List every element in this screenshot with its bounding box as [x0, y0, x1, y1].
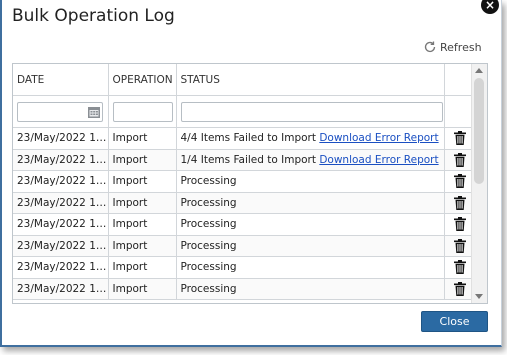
column-header-date[interactable]: DATE	[13, 64, 109, 96]
scroll-up-arrow-icon[interactable]	[475, 68, 483, 73]
status-cell: 4/4 Items Failed to Import Download Erro…	[176, 127, 445, 150]
table-row: 23/May/2022 10:... Import Processing	[13, 278, 472, 300]
operation-cell: Import	[108, 192, 177, 214]
actions-cell	[444, 170, 472, 193]
date-cell: 23/May/2022 10:...	[13, 256, 109, 279]
status-text: Processing	[180, 218, 237, 231]
status-text: Processing	[180, 175, 237, 188]
actions-cell	[444, 192, 472, 214]
actions-cell	[444, 127, 472, 150]
table-row: 23/May/2022 10:... Import 1/4 Items Failed…	[13, 149, 472, 171]
status-cell: Processing	[176, 192, 445, 214]
trash-icon[interactable]	[453, 217, 466, 232]
operation-cell: Import	[108, 213, 177, 236]
actions-cell	[444, 213, 472, 236]
status-cell: Processing	[176, 256, 445, 279]
date-cell: 23/May/2022 10:...	[13, 192, 109, 214]
date-cell: 23/May/2022 10:...	[13, 235, 109, 257]
log-grid: DATE OPERATION STATUS 23/May/2022 10:...…	[12, 63, 488, 304]
table-row: 23/May/2022 10:... Import Processing	[13, 192, 472, 214]
refresh-icon	[424, 41, 436, 53]
operation-cell: Import	[108, 256, 177, 279]
actions-cell	[444, 278, 472, 300]
actions-cell	[444, 149, 472, 171]
refresh-label: Refresh	[440, 40, 482, 54]
log-table: DATE OPERATION STATUS 23/May/2022 10:...…	[13, 64, 472, 300]
date-cell: 23/May/2022 10:...	[13, 170, 109, 193]
dialog-title: Bulk Operation Log	[12, 6, 175, 26]
refresh-button[interactable]: Refresh	[423, 40, 482, 54]
trash-icon[interactable]	[453, 281, 466, 296]
date-cell: 23/May/2022 10:...	[13, 149, 109, 171]
status-text: Processing	[180, 239, 237, 252]
status-cell: 1/4 Items Failed to Import Download Erro…	[176, 149, 445, 171]
bulk-operation-log-dialog: Bulk Operation Log × Refresh DATE OPERAT…	[0, 0, 502, 347]
trash-icon[interactable]	[453, 152, 466, 167]
table-row: 23/May/2022 10:... Import Processing	[13, 256, 472, 279]
status-cell: Processing	[176, 213, 445, 236]
operation-cell: Import	[108, 278, 177, 300]
operation-filter-cell	[108, 95, 177, 128]
status-text: Processing	[180, 282, 237, 295]
status-text: 1/4 Items Failed to Import	[180, 153, 316, 166]
status-text: 4/4 Items Failed to Import	[180, 132, 316, 145]
date-filter-input[interactable]	[17, 101, 103, 122]
trash-icon[interactable]	[453, 238, 466, 253]
actions-cell	[444, 235, 472, 257]
table-row: 23/May/2022 10:... Import Processing	[13, 235, 472, 257]
trash-icon[interactable]	[453, 195, 466, 210]
close-button[interactable]: Close	[421, 311, 488, 332]
actions-cell	[444, 256, 472, 279]
date-cell: 23/May/2022 10:...	[13, 213, 109, 236]
table-row: 23/May/2022 10:... Import Processing	[13, 170, 472, 193]
column-header-operation[interactable]: OPERATION	[108, 64, 177, 96]
trash-icon[interactable]	[453, 174, 466, 189]
scroll-down-arrow-icon[interactable]	[475, 294, 483, 299]
date-cell: 23/May/2022 10:...	[13, 127, 109, 150]
date-filter-cell	[13, 95, 109, 128]
status-text: Processing	[180, 196, 237, 209]
table-row: 23/May/2022 10:... Import Processing	[13, 213, 472, 236]
operation-cell: Import	[108, 149, 177, 171]
download-error-report-link[interactable]: Download Error Report	[319, 154, 438, 166]
status-cell: Processing	[176, 235, 445, 257]
table-row: 23/May/2022 10:... Import 4/4 Items Failed…	[13, 127, 472, 150]
status-cell: Processing	[176, 278, 445, 300]
trash-icon[interactable]	[453, 131, 466, 146]
scrollbar-thumb[interactable]	[474, 78, 484, 184]
close-icon[interactable]: ×	[481, 0, 499, 14]
operation-cell: Import	[108, 235, 177, 257]
status-text: Processing	[180, 261, 237, 274]
trash-icon[interactable]	[453, 260, 466, 275]
vertical-scrollbar[interactable]	[471, 64, 487, 303]
actions-filter-cell	[444, 95, 472, 128]
operation-cell: Import	[108, 170, 177, 193]
column-header-actions	[444, 64, 472, 96]
status-filter-input[interactable]	[180, 101, 443, 122]
download-error-report-link[interactable]: Download Error Report	[319, 132, 438, 144]
status-cell: Processing	[176, 170, 445, 193]
date-cell: 23/May/2022 10:...	[13, 278, 109, 300]
status-filter-cell	[176, 95, 445, 128]
column-header-status[interactable]: STATUS	[176, 64, 445, 96]
operation-filter-input[interactable]	[112, 101, 173, 122]
calendar-icon[interactable]	[87, 105, 101, 119]
operation-cell: Import	[108, 127, 177, 150]
